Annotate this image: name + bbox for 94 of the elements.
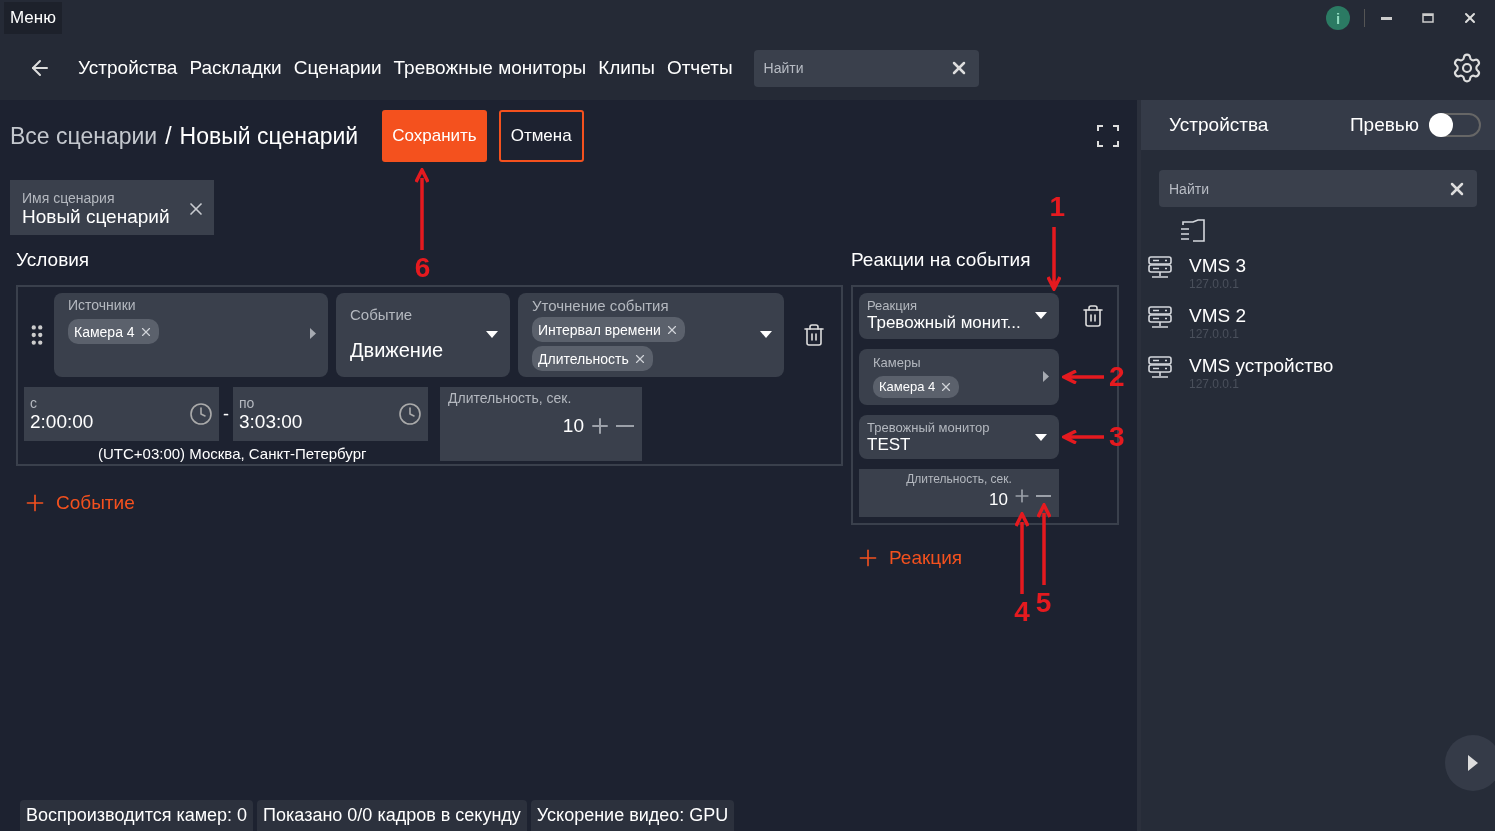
- alarm-monitor-dropdown[interactable]: Тревожный монитор TEST: [859, 415, 1059, 459]
- sources-field[interactable]: Источники Камера 4: [54, 293, 328, 377]
- device-name: VMS 3: [1189, 255, 1248, 277]
- add-event-button[interactable]: Событие: [22, 490, 843, 516]
- maximize-icon: [1422, 13, 1434, 23]
- duration-field[interactable]: Длительность, сек. 10: [440, 387, 642, 461]
- status-item: Воспроизводится камер: 0: [20, 800, 254, 831]
- callout-number: 2: [1109, 363, 1125, 391]
- minus-icon: [616, 425, 634, 427]
- callout-number: 5: [1035, 589, 1052, 617]
- event-refine-dropdown[interactable]: Уточнение события Интервал времени Длительность: [518, 293, 784, 377]
- field-label: Событие: [350, 306, 414, 323]
- nav-link[interactable]: Раскладки: [189, 57, 282, 79]
- nav-link[interactable]: Тревожные мониторы: [393, 57, 587, 79]
- caret-right-icon: [1043, 370, 1049, 382]
- caret-down-icon: [1035, 433, 1047, 441]
- nav-link[interactable]: Клипы: [598, 57, 655, 79]
- field-label: Имя сценария: [22, 190, 116, 206]
- delete-icon[interactable]: [802, 323, 826, 347]
- caret-down-icon: [760, 330, 772, 338]
- minimize-icon: [1380, 16, 1392, 20]
- caret-down-icon: [1035, 311, 1047, 319]
- cancel-button[interactable]: Отмена: [498, 110, 584, 162]
- field-value: Тревожный монит...: [867, 312, 1022, 333]
- callout-arrow: [1062, 430, 1104, 444]
- nav-link[interactable]: Сценарии: [293, 57, 382, 79]
- refine-chip: Длительность: [532, 346, 653, 371]
- cameras-field[interactable]: Камеры Камера 4: [859, 349, 1059, 405]
- field-label: Тревожный монитор: [867, 419, 991, 435]
- callout-number: 1: [1049, 193, 1065, 221]
- callout-number: 3: [1109, 423, 1125, 451]
- range-dash: -: [223, 403, 229, 425]
- page-title: Новый сценарий: [179, 122, 359, 150]
- callout-arrow: [1062, 370, 1104, 384]
- callout-number: 4: [1014, 598, 1030, 626]
- folder-list-icon[interactable]: [1179, 219, 1207, 243]
- field-label: Уточнение события: [532, 297, 670, 314]
- camera-chip: Камера 4: [873, 375, 960, 398]
- end-time-field[interactable]: по 3:03:00: [233, 387, 428, 441]
- close-icon: [1462, 10, 1478, 26]
- device-name: VMS 2: [1189, 305, 1248, 327]
- reaction-dropdown[interactable]: Реакция Тревожный монит...: [859, 293, 1059, 339]
- clock-icon[interactable]: [189, 402, 213, 426]
- refine-chip: Интервал времени: [532, 317, 685, 342]
- add-reaction-button[interactable]: Реакция: [855, 545, 1119, 571]
- settings-icon: [1451, 52, 1483, 84]
- field-value: 2:00:00: [30, 411, 95, 433]
- timezone-label: (UTC+03:00) Москва, Санкт-Петербург: [98, 445, 368, 462]
- search-field[interactable]: Найти: [753, 49, 979, 87]
- start-time-field[interactable]: с 2:00:00: [24, 387, 219, 441]
- server-icon: [1147, 255, 1173, 279]
- server-icon: [1147, 305, 1173, 329]
- scenario-name-field[interactable]: Имя сценария Новый сценарий: [10, 180, 214, 235]
- minus-icon: [1036, 495, 1051, 497]
- field-label: Источники: [68, 297, 137, 313]
- field-value: Новый сценарий: [22, 206, 171, 228]
- field-label: Камеры: [873, 354, 922, 370]
- section-title: Условия: [15, 249, 90, 272]
- status-item: Показано 0/0 кадров в секунду: [257, 800, 527, 831]
- fullscreen-icon[interactable]: [1097, 125, 1119, 147]
- section-title: Реакции на события: [851, 249, 1031, 272]
- menu-button[interactable]: Меню: [4, 2, 62, 34]
- callout-number: 6: [414, 254, 431, 282]
- event-dropdown[interactable]: Событие Движение: [336, 293, 510, 377]
- nav-link[interactable]: Отчеты: [666, 57, 733, 79]
- preview-toggle[interactable]: [1429, 113, 1481, 137]
- field-value: Движение: [350, 339, 445, 362]
- expand-button[interactable]: [1445, 735, 1495, 791]
- breadcrumb-separator: /: [165, 122, 172, 150]
- field-value: 3:03:00: [239, 411, 304, 433]
- clock-icon[interactable]: [398, 402, 422, 426]
- callout-arrow: [1047, 227, 1061, 291]
- status-item: Ускорение видео: GPU: [530, 800, 735, 831]
- caret-right-icon: [1468, 755, 1478, 771]
- search-field[interactable]: Найти: [1159, 170, 1477, 207]
- field-label: с: [30, 395, 38, 411]
- caret-right-icon: [310, 328, 316, 339]
- field-label: Длительность, сек.: [448, 390, 573, 406]
- field-label: Реакция: [867, 297, 918, 313]
- preview-label: Превью: [1349, 114, 1419, 136]
- camera-chip: Камера 4: [68, 319, 159, 344]
- field-label: Длительность, сек.: [906, 472, 1012, 486]
- device-name: VMS устройство: [1189, 355, 1335, 377]
- delete-icon[interactable]: [1081, 304, 1105, 328]
- nav-link[interactable]: Устройства: [78, 57, 178, 79]
- field-label: по: [239, 395, 256, 411]
- caret-down-icon: [486, 330, 498, 338]
- field-value: 10: [562, 415, 584, 437]
- field-value: TEST: [867, 434, 911, 455]
- field-value: 10: [989, 490, 1008, 510]
- sidebar-title: Устройства: [1169, 114, 1270, 136]
- settings-button[interactable]: [1451, 52, 1483, 84]
- server-icon: [1147, 355, 1173, 379]
- breadcrumb-link[interactable]: Все сценарии: [10, 122, 158, 150]
